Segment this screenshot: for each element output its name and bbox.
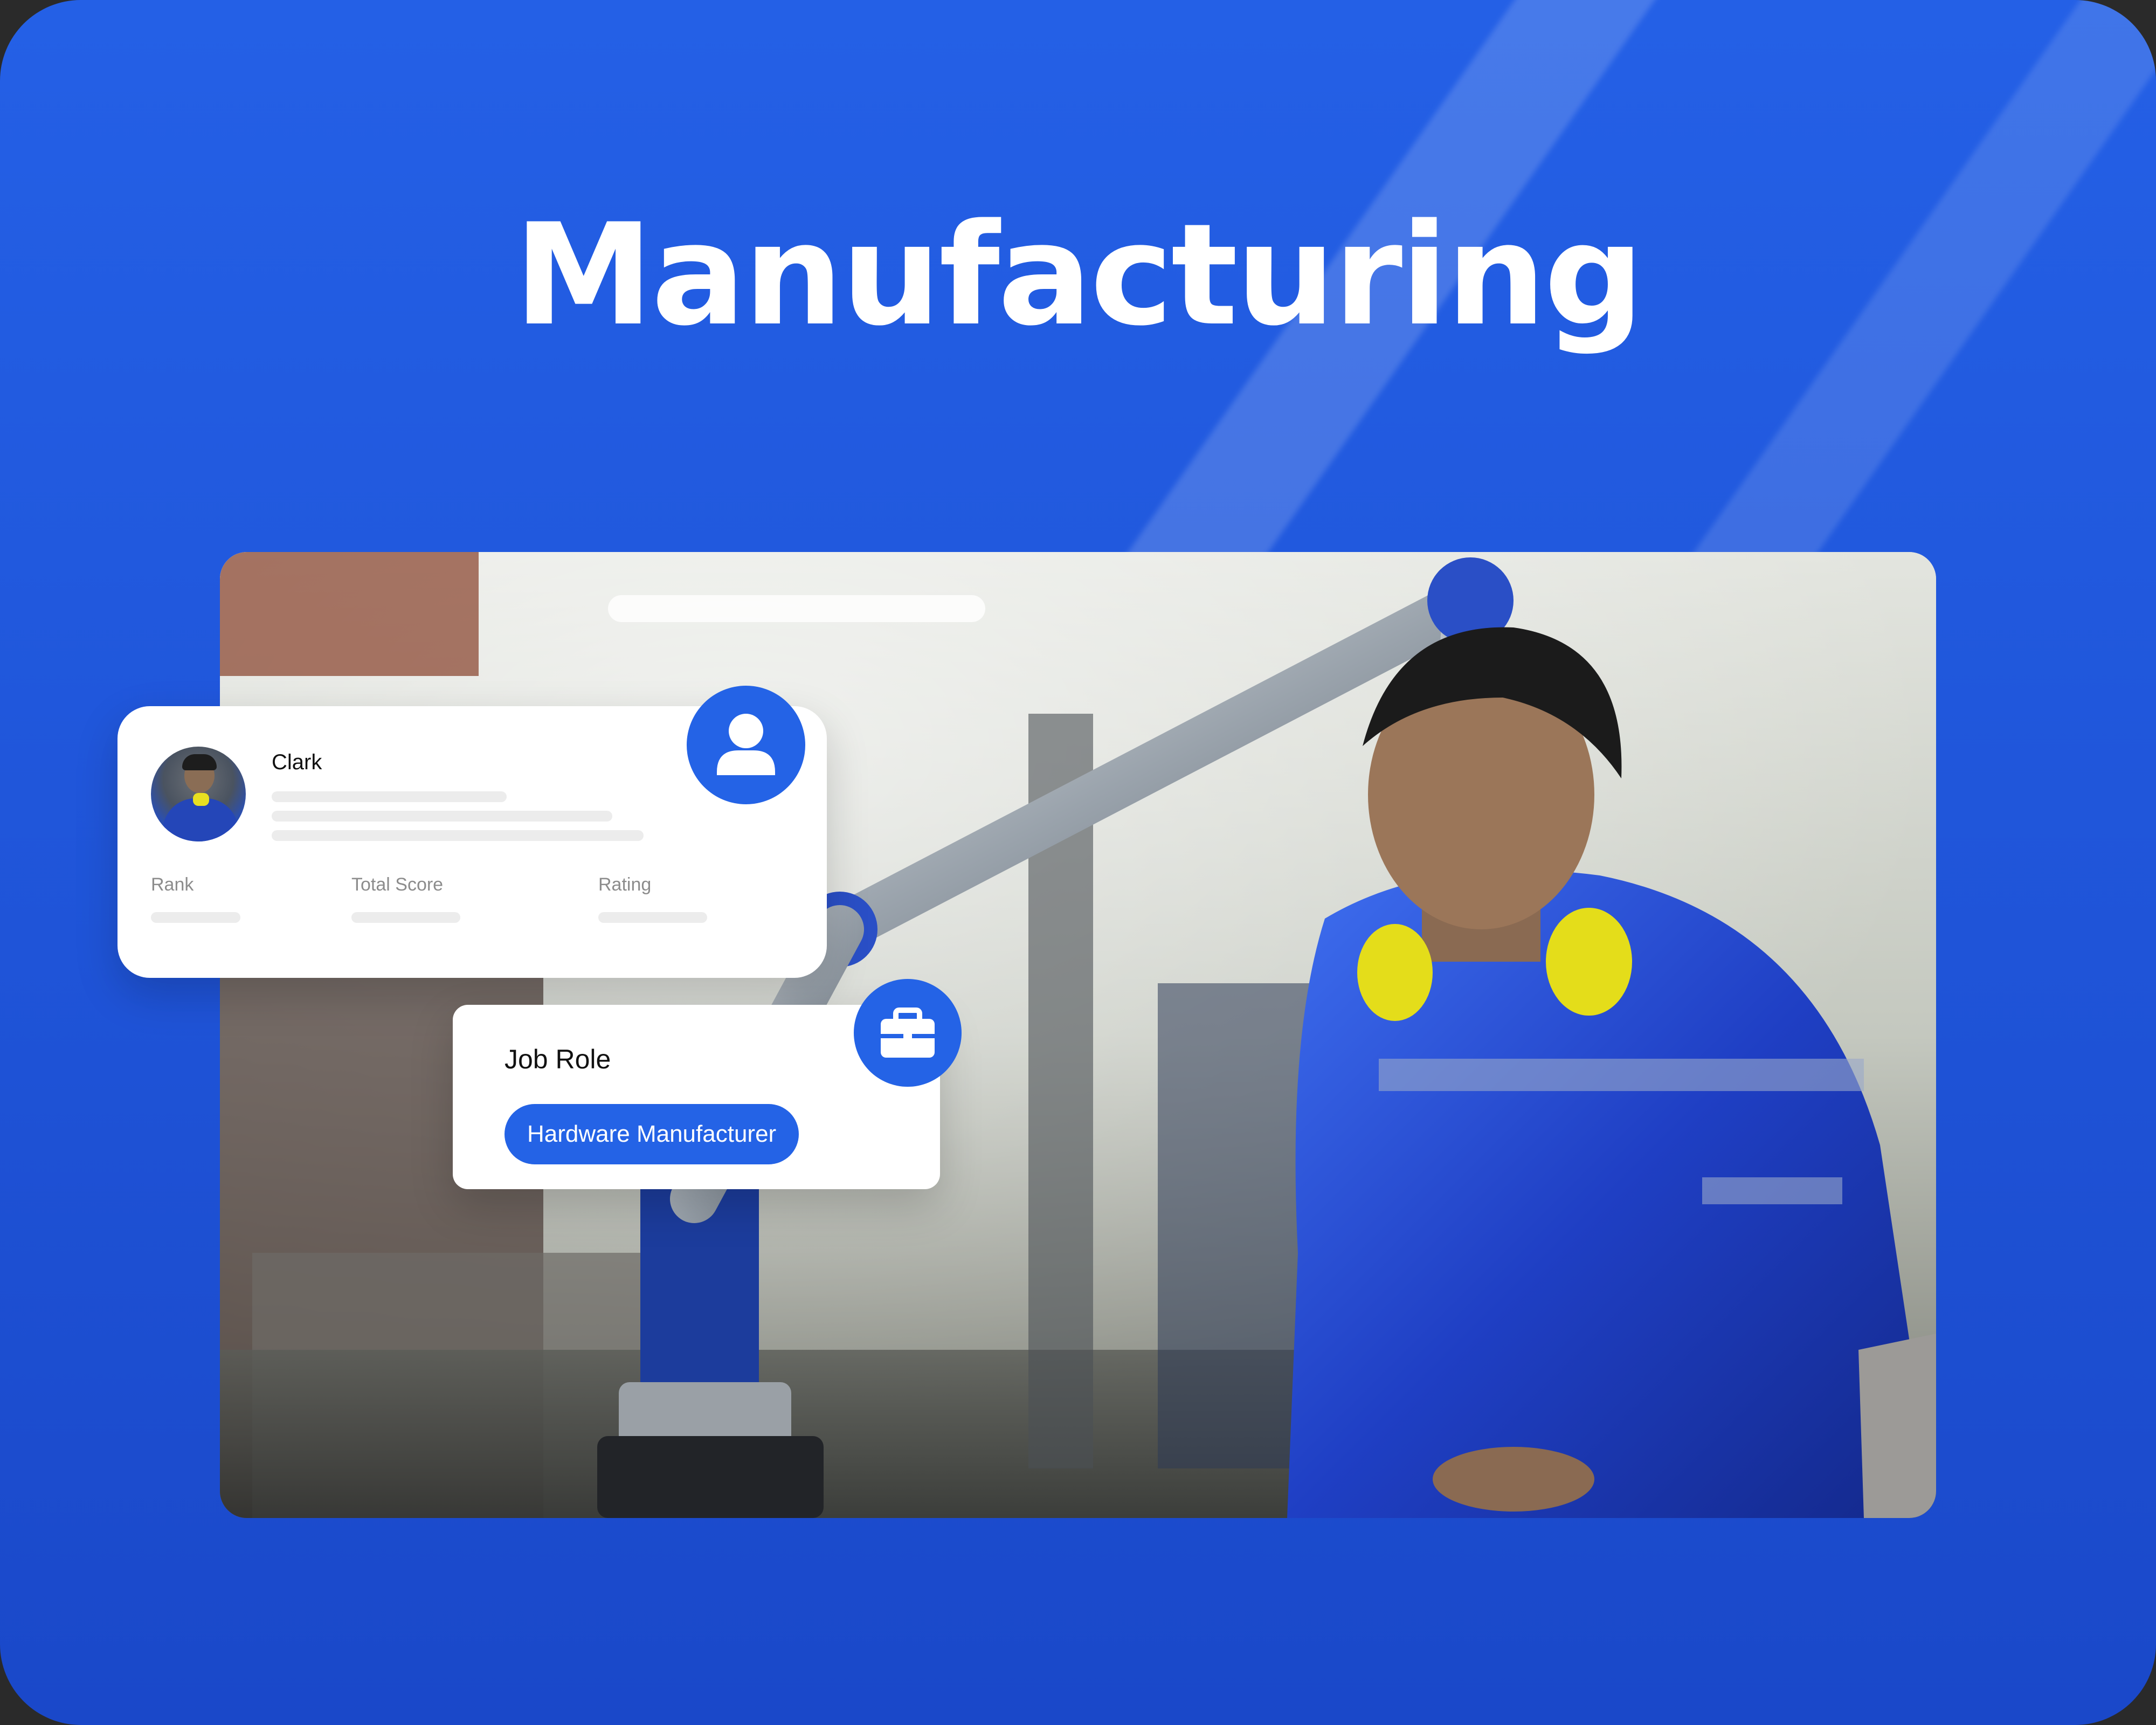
placeholder-line <box>272 811 612 822</box>
stat-value-placeholder <box>598 912 707 923</box>
user-icon <box>717 714 775 775</box>
profile-name: Clark <box>272 750 322 774</box>
user-badge <box>687 686 805 804</box>
stat-label-rating: Rating <box>598 874 652 895</box>
stat-value-placeholder <box>151 912 240 923</box>
stat-value-placeholder <box>351 912 460 923</box>
job-role-title: Job Role <box>505 1044 611 1074</box>
page-title: Manufacturing <box>514 194 1644 357</box>
avatar <box>151 747 246 841</box>
job-role-chip[interactable]: Hardware Manufacturer <box>505 1104 799 1164</box>
hero-canvas: Manufacturing Clark Rank Total Score Rat… <box>0 0 2156 1725</box>
placeholder-line <box>272 791 507 802</box>
placeholder-line <box>272 830 644 841</box>
briefcase-icon <box>881 1008 935 1058</box>
stat-label-rank: Rank <box>151 874 194 895</box>
briefcase-badge <box>854 979 962 1087</box>
stat-label-total-score: Total Score <box>351 874 444 895</box>
